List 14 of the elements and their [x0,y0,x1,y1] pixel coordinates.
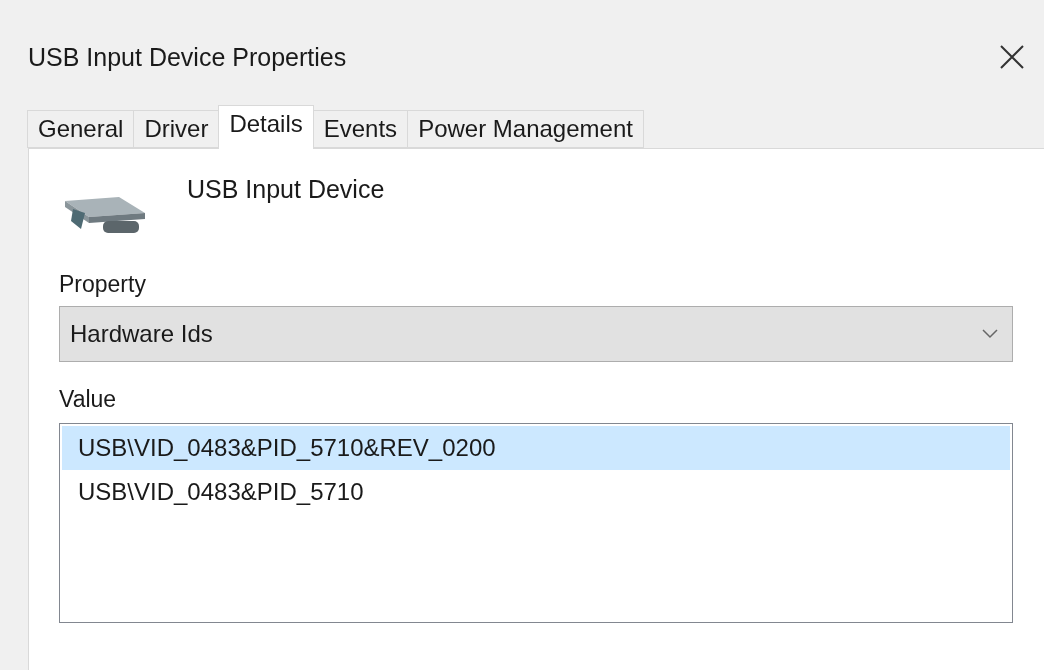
property-dropdown[interactable]: Hardware Ids [59,306,1013,362]
device-name: USB Input Device [187,175,385,204]
tab[interactable]: Driver [133,110,220,148]
value-label: Value [59,386,118,413]
list-item[interactable]: USB\VID_0483&PID_5710 [62,470,1010,514]
close-icon[interactable] [998,43,1026,71]
window-title: USB Input Device Properties [28,42,347,72]
property-label: Property [59,271,147,298]
tab[interactable]: Details [218,105,314,149]
tab[interactable]: General [27,110,135,148]
tab[interactable]: Events [312,110,409,148]
tab[interactable]: Power Management [407,110,644,148]
chevron-down-icon [982,329,998,339]
list-item[interactable]: USB\VID_0483&PID_5710&REV_0200 [62,426,1010,470]
